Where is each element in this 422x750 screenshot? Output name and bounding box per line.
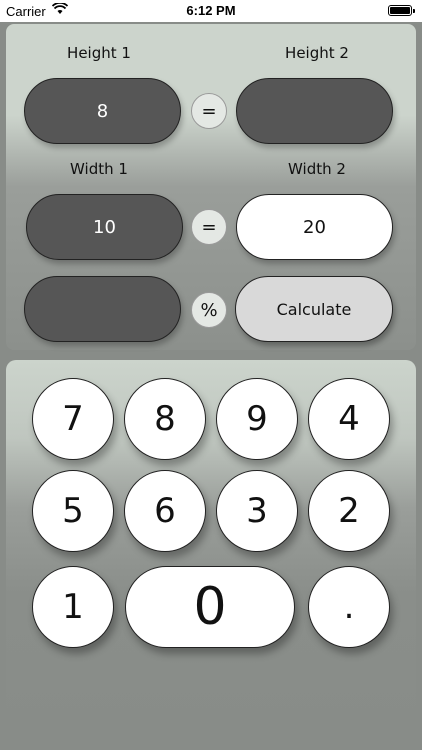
result-field[interactable] [24, 276, 181, 342]
width2-field[interactable]: 20 [236, 194, 393, 260]
height1-field[interactable]: 8 [24, 78, 181, 144]
key-2[interactable]: 2 [308, 470, 390, 552]
key-8[interactable]: 8 [124, 378, 206, 460]
calculate-button[interactable]: Calculate [235, 276, 393, 342]
key-4[interactable]: 4 [308, 378, 390, 460]
key-9[interactable]: 9 [216, 378, 298, 460]
width1-label: Width 1 [70, 160, 128, 178]
height2-field[interactable] [236, 78, 393, 144]
key-0[interactable]: 0 [125, 566, 295, 648]
percent-sign: % [191, 292, 227, 328]
width1-field[interactable]: 10 [26, 194, 183, 260]
equals-sign: = [191, 209, 227, 245]
height2-label: Height 2 [285, 44, 349, 62]
key-decimal[interactable]: . [308, 566, 390, 648]
status-time: 6:12 PM [186, 3, 236, 18]
key-5[interactable]: 5 [32, 470, 114, 552]
key-6[interactable]: 6 [124, 470, 206, 552]
status-bar: Carrier 6:12 PM [0, 0, 422, 22]
equals-sign: = [191, 93, 227, 129]
key-7[interactable]: 7 [32, 378, 114, 460]
key-3[interactable]: 3 [216, 470, 298, 552]
battery-icon [388, 5, 415, 16]
width2-label: Width 2 [288, 160, 346, 178]
height1-label: Height 1 [67, 44, 131, 62]
key-1[interactable]: 1 [32, 566, 114, 648]
